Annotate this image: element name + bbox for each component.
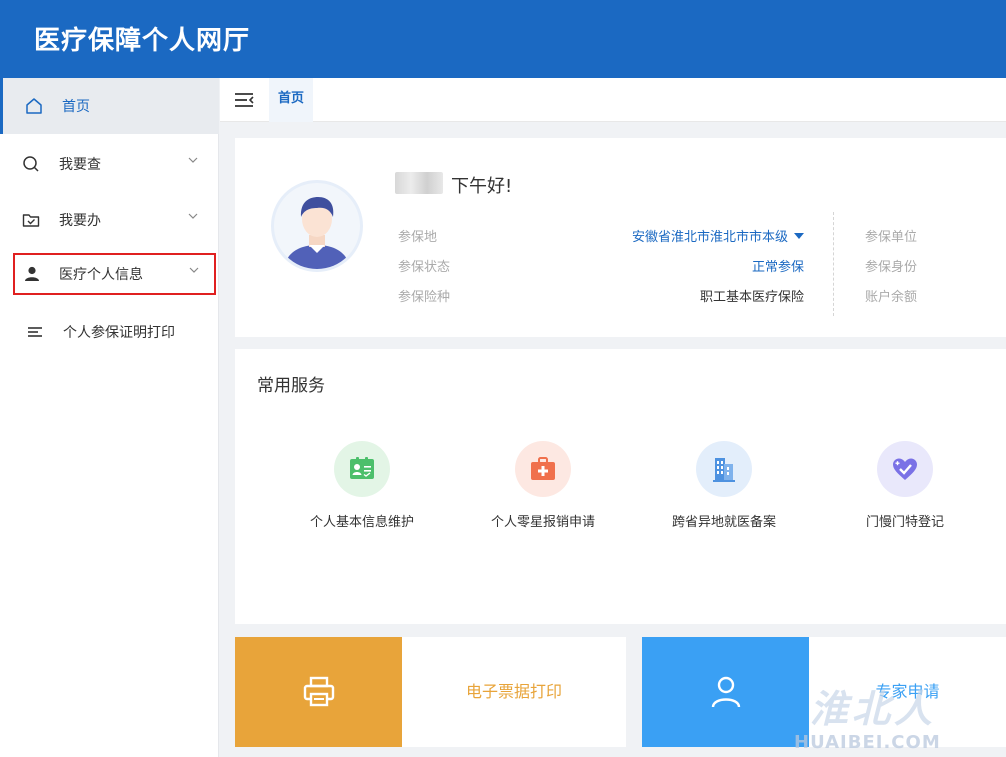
sidebar: 首页 我要查 我要办 医疗个人信息 个人参保证明打印 xyxy=(0,78,219,757)
sidebar-item-label: 首页 xyxy=(62,99,90,115)
home-icon xyxy=(26,98,42,114)
service-chronic-special-registration[interactable]: 门慢门特登记 xyxy=(835,441,975,530)
folder-check-icon xyxy=(22,214,40,227)
insured-place-dropdown[interactable]: 安徽省淮北市淮北市市本级 xyxy=(632,226,804,245)
caret-down-icon xyxy=(794,233,804,239)
list-icon xyxy=(28,327,42,337)
service-label: 个人零星报销申请 xyxy=(490,515,595,530)
field-label-insurance-type: 参保险种 xyxy=(398,290,451,305)
service-reimbursement[interactable]: 个人零星报销申请 xyxy=(473,441,613,530)
common-services-card: 常用服务 个人基本信息维护 个人零星报销申请 跨省异地就医备案 门慢门特登记 xyxy=(235,349,1006,624)
id-card-icon xyxy=(334,441,390,497)
field-label-insured-place: 参保地 xyxy=(398,230,438,245)
watermark-en: HUAIBEI.COM xyxy=(794,732,941,753)
heart-check-icon xyxy=(877,441,933,497)
field-label-insured-unit: 参保单位 xyxy=(865,230,918,245)
buildings-icon xyxy=(696,441,752,497)
section-title: 常用服务 xyxy=(257,376,325,396)
sidebar-item-home[interactable]: 首页 xyxy=(0,78,219,134)
service-label: 个人基本信息维护 xyxy=(309,515,414,530)
sidebar-item-label: 我要查 xyxy=(59,157,101,173)
service-basic-info[interactable]: 个人基本信息维护 xyxy=(292,441,432,530)
avatar xyxy=(271,180,363,272)
divider xyxy=(833,212,834,316)
tab-home[interactable]: 首页 xyxy=(269,78,313,122)
service-label: 门慢门特登记 xyxy=(865,515,944,530)
top-header: 医疗保障个人网厅 xyxy=(0,0,1006,78)
printer-icon xyxy=(235,637,402,747)
profile-card: 下午好! 参保地 安徽省淮北市淮北市市本级 参保状态 正常参保 参保险种 职工基… xyxy=(235,138,1006,337)
sidebar-item-label: 个人参保证明打印 xyxy=(63,325,175,341)
sidebar-item-medical-info[interactable]: 医疗个人信息 xyxy=(13,253,216,295)
menu-fold-icon[interactable] xyxy=(234,91,254,109)
chevron-down-icon xyxy=(188,213,198,219)
insurance-type-value: 职工基本医疗保险 xyxy=(699,290,804,305)
person-icon xyxy=(25,266,39,281)
insured-status-value: 正常参保 xyxy=(751,260,804,275)
sidebar-item-certificate-print[interactable]: 个人参保证明打印 xyxy=(0,304,219,360)
quick-card-label: 电子票据打印 xyxy=(465,682,562,701)
chevron-down-icon xyxy=(188,157,198,163)
service-label: 跨省异地就医备案 xyxy=(671,515,776,530)
field-label-insured-identity: 参保身份 xyxy=(865,260,918,275)
quick-card-e-invoice-print[interactable]: 电子票据打印 xyxy=(235,637,626,747)
watermark-cn: 淮北人 xyxy=(810,687,937,731)
field-label-insured-status: 参保状态 xyxy=(398,260,451,275)
greeting-text: 下午好! xyxy=(451,176,513,197)
sidebar-item-handle[interactable]: 我要办 xyxy=(0,192,219,248)
user-icon xyxy=(642,637,809,747)
medical-kit-icon xyxy=(515,441,571,497)
sidebar-item-label: 我要办 xyxy=(59,213,101,229)
app-title: 医疗保障个人网厅 xyxy=(34,26,251,56)
blurred-username xyxy=(395,172,443,194)
tab-bar: 首页 xyxy=(220,78,1006,122)
chevron-down-icon xyxy=(189,267,199,273)
site-watermark: 淮北人 HUAIBEI.COM xyxy=(790,678,1006,757)
service-cross-province-filing[interactable]: 跨省异地就医备案 xyxy=(654,441,794,530)
insured-place-value: 安徽省淮北市淮北市市本级 xyxy=(631,230,788,245)
search-icon xyxy=(23,156,39,172)
field-label-account-balance: 账户余额 xyxy=(865,290,918,305)
sidebar-item-query[interactable]: 我要查 xyxy=(0,136,219,192)
sidebar-item-label: 医疗个人信息 xyxy=(59,267,143,283)
